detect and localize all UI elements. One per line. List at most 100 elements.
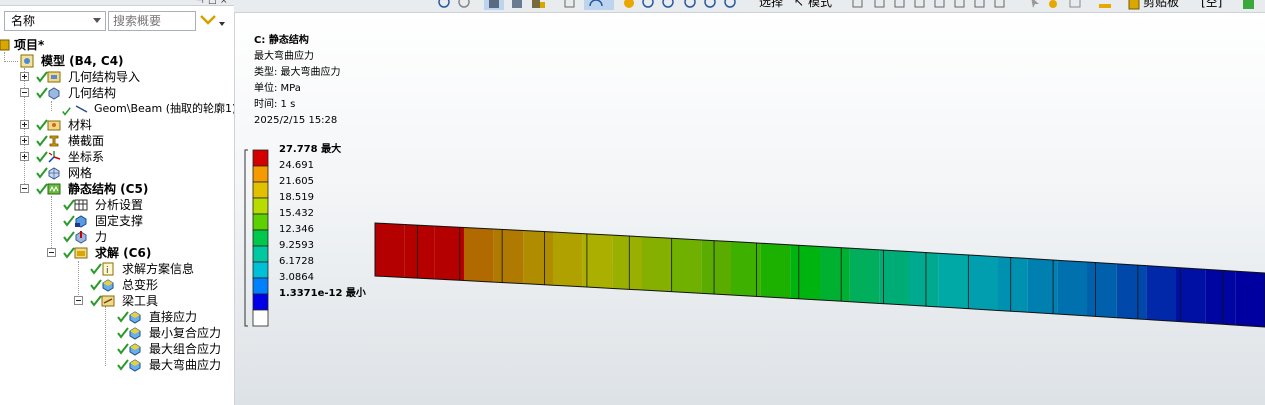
- tree-node-static-structural[interactable]: 静态结构 (C5): [0, 181, 230, 197]
- mode-menu-button[interactable]: 模式: [808, 0, 832, 9]
- beam-element: [998, 256, 1028, 313]
- expand-icon[interactable]: [20, 152, 29, 161]
- collapse-icon[interactable]: [47, 248, 56, 257]
- materials-icon: [47, 120, 61, 131]
- beam-element: [938, 253, 969, 309]
- ruler-icon[interactable]: [1098, 0, 1112, 10]
- pin-icon[interactable]: ⊣: [196, 0, 204, 6]
- stress-result-icon: [129, 327, 141, 340]
- extend-selection-icon[interactable]: [1242, 0, 1256, 10]
- chevron-down-icon: [93, 18, 101, 23]
- beam-element: [760, 243, 791, 299]
- beam-element: [1235, 271, 1265, 327]
- zoom-to-fit-icon[interactable]: [684, 0, 698, 10]
- stress-result-icon: [129, 311, 141, 324]
- graphics-viewport[interactable]: C: 静态结构 最大弯曲应力 类型: 最大弯曲应力 单位: MPa 时间: 1 …: [235, 13, 1265, 405]
- tree-node-total-deformation[interactable]: 总变形: [0, 277, 230, 293]
- search-outline-input[interactable]: [108, 11, 196, 31]
- select-edge-icon[interactable]: [874, 0, 886, 10]
- checkmark-icon: [62, 107, 71, 116]
- tree-node-cross-sections[interactable]: 横截面: [0, 133, 230, 149]
- i-beam-section-icon: [49, 135, 59, 147]
- previous-view-icon[interactable]: [724, 0, 738, 10]
- zoom-icon[interactable]: [642, 0, 656, 10]
- beam-element: [464, 227, 494, 283]
- tree-node-fixed-support[interactable]: 固定支撑: [0, 213, 230, 229]
- body-color-icon[interactable]: [530, 0, 546, 10]
- rotate-icon[interactable]: [584, 0, 614, 10]
- tree-node-materials[interactable]: 材料: [0, 117, 230, 133]
- collapse-icon[interactable]: [74, 296, 83, 305]
- clipboard-contents: [空]: [1201, 0, 1223, 9]
- expand-icon[interactable]: [20, 120, 29, 129]
- select-mesh-icon[interactable]: [994, 0, 1006, 10]
- tree-node-beam-body[interactable]: Geom\Beam (抽取的轮廓1): [0, 101, 234, 117]
- select-body-icon[interactable]: [914, 0, 926, 10]
- tree-node-model[interactable]: 模型 (B4, C4): [0, 53, 230, 69]
- expand-icon[interactable]: [20, 136, 29, 145]
- zoom-in-icon[interactable]: [438, 0, 452, 10]
- beam-element: [968, 255, 998, 311]
- beam-element: [701, 239, 731, 295]
- tree-node-mesh[interactable]: 网格: [0, 165, 230, 181]
- clear-selection-icon[interactable]: [1068, 0, 1082, 10]
- analysis-settings-icon: [74, 199, 88, 211]
- select-mode-icon[interactable]: ↖: [794, 0, 804, 9]
- beam-element: [909, 251, 939, 307]
- tree-node-coordinate-systems[interactable]: 坐标系: [0, 149, 230, 165]
- solution-icon: [74, 247, 88, 259]
- expand-icon[interactable]: [20, 72, 29, 81]
- tree-node-project[interactable]: 项目*: [0, 37, 230, 53]
- graphics-toolbar: 选择 ↖ 模式 剪贴板 [空]: [234, 0, 1265, 13]
- collapse-icon[interactable]: [20, 184, 29, 193]
- box-zoom-icon[interactable]: [662, 0, 676, 10]
- tree-node-analysis-settings[interactable]: 分析设置: [0, 197, 230, 213]
- select-vertex-icon[interactable]: [852, 0, 864, 10]
- tree-node-geometry[interactable]: 几何结构: [0, 85, 230, 101]
- tree-node-geometry-import[interactable]: 几何结构导入: [0, 69, 230, 85]
- project-icon: [0, 39, 10, 51]
- outline-header-fragment: ▔: [2, 0, 9, 6]
- select-element-icon[interactable]: [974, 0, 986, 10]
- static-structural-icon: [47, 183, 61, 195]
- restore-icon[interactable]: □: [208, 0, 217, 6]
- tree-node-solution[interactable]: 求解 (C6): [0, 245, 230, 261]
- filter-funnel-icon[interactable]: [200, 13, 216, 29]
- beam-contour-plot: [374, 222, 1265, 328]
- select-face-icon[interactable]: [894, 0, 906, 10]
- tree-node-max-bending-stress[interactable]: 最大弯曲应力: [0, 357, 230, 373]
- magnifier-icon[interactable]: [704, 0, 718, 10]
- pointer-icon[interactable]: [1029, 0, 1041, 10]
- clipboard-menu-button[interactable]: 剪贴板: [1143, 0, 1179, 9]
- solution-information-icon: i: [102, 262, 114, 276]
- shaded-body-icon[interactable]: [510, 0, 524, 10]
- select-menu-button[interactable]: 选择: [759, 0, 783, 9]
- beam-element: [849, 248, 880, 304]
- filter-dropdown-icon[interactable]: [219, 22, 225, 26]
- collapse-icon[interactable]: [20, 88, 29, 97]
- beam-element: [375, 223, 405, 278]
- tree-node-force[interactable]: 力: [0, 229, 230, 245]
- pan-icon[interactable]: [622, 0, 636, 10]
- select-element-face-icon[interactable]: [954, 0, 966, 10]
- tree-node-min-combined-stress[interactable]: 最小复合应力: [0, 325, 230, 341]
- close-icon[interactable]: ×: [220, 0, 228, 6]
- beam-element: [1057, 260, 1087, 316]
- tree-node-max-combined-stress[interactable]: 最大组合应力: [0, 341, 230, 357]
- zoom-out-icon[interactable]: [458, 0, 472, 10]
- stress-result-icon: [129, 343, 141, 356]
- extend-icon[interactable]: [1046, 0, 1060, 10]
- grid-select-icon[interactable]: [564, 0, 576, 10]
- solid-body-icon[interactable]: [484, 0, 504, 10]
- svg-text:i: i: [106, 266, 109, 276]
- tree-node-beam-tool[interactable]: 梁工具: [0, 293, 230, 309]
- beam-element: [553, 232, 583, 287]
- beam-element: [612, 235, 642, 291]
- select-node-icon[interactable]: [934, 0, 946, 10]
- outline-header: ▔ ⊣ □ ×: [0, 0, 234, 6]
- beam-element: [404, 224, 435, 280]
- tree-node-direct-stress[interactable]: 直接应力: [0, 309, 230, 325]
- filter-field-select[interactable]: 名称: [4, 11, 106, 31]
- tree-node-solution-information[interactable]: i 求解方案信息: [0, 261, 230, 277]
- clipboard-icon[interactable]: [1128, 0, 1140, 10]
